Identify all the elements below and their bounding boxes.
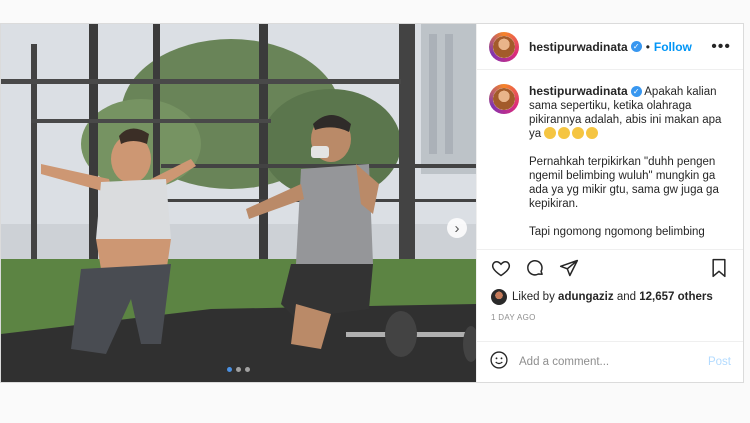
likes-prefix: Liked by (512, 291, 555, 303)
like-heart-icon[interactable] (489, 256, 513, 280)
more-options-icon[interactable]: ••• (711, 38, 731, 56)
caption-row: hestipurwadinata ✓ Apakah kalian sama sep… (489, 84, 731, 249)
liker-avatar[interactable] (491, 289, 507, 305)
thinking-emoji-icon (544, 127, 557, 139)
instagram-post-card: › hestipurwadinata ✓ • Follow ••• hestip… (0, 23, 744, 383)
grinning-emoji-icon (586, 127, 599, 139)
carousel-dot-active (227, 367, 232, 372)
caption-area: hestipurwadinata ✓ Apakah kalian sama sep… (477, 70, 743, 250)
comment-bar: Post (477, 341, 743, 382)
caption-paragraph-2: Pernahkah terpikirkan "duhh pengen ngemi… (529, 156, 719, 210)
comment-bubble-icon[interactable] (523, 256, 547, 280)
caption-author-avatar[interactable] (489, 84, 519, 114)
likes-count[interactable]: 12,657 others (639, 291, 713, 303)
verified-badge-icon: ✓ (630, 86, 642, 98)
caption-username[interactable]: hestipurwadinata (529, 84, 628, 98)
caption-text: hestipurwadinata ✓ Apakah kalian sama sep… (529, 84, 731, 249)
post-actions (477, 250, 743, 286)
carousel-indicator (1, 367, 476, 372)
comment-input[interactable] (517, 355, 708, 369)
caption-paragraph-1: hestipurwadinata ✓ Apakah kalian sama sep… (529, 84, 731, 141)
post-photo[interactable]: › (1, 24, 476, 382)
thinking-emoji-icon (572, 127, 585, 139)
carousel-next-button[interactable]: › (447, 218, 467, 238)
carousel-dot (236, 367, 241, 372)
emoji-picker-icon[interactable] (489, 350, 509, 375)
share-send-icon[interactable] (557, 256, 581, 280)
carousel-dot (245, 367, 250, 372)
post-comment-button[interactable]: Post (708, 356, 731, 368)
author-username[interactable]: hestipurwadinata (529, 40, 628, 54)
post-side-panel: hestipurwadinata ✓ • Follow ••• hestipur… (476, 24, 743, 382)
save-bookmark-icon[interactable] (707, 256, 731, 280)
header-separator: • (645, 39, 650, 54)
author-avatar[interactable] (489, 31, 519, 62)
gym-scene-image (1, 24, 476, 382)
follow-button[interactable]: Follow (654, 40, 692, 54)
post-header: hestipurwadinata ✓ • Follow ••• (477, 24, 743, 70)
post-timestamp[interactable]: 1 DAY AGO (477, 308, 743, 328)
verified-badge-icon: ✓ (630, 41, 642, 52)
caption-paragraph-3: Tapi ngomong ngomong belimbing (529, 226, 705, 238)
thinking-emoji-icon (558, 127, 571, 139)
liker-username[interactable]: adungaziz (558, 291, 614, 303)
likes-summary: Liked by adungaziz and 12,657 others (477, 286, 743, 308)
likes-and: and (616, 291, 637, 303)
